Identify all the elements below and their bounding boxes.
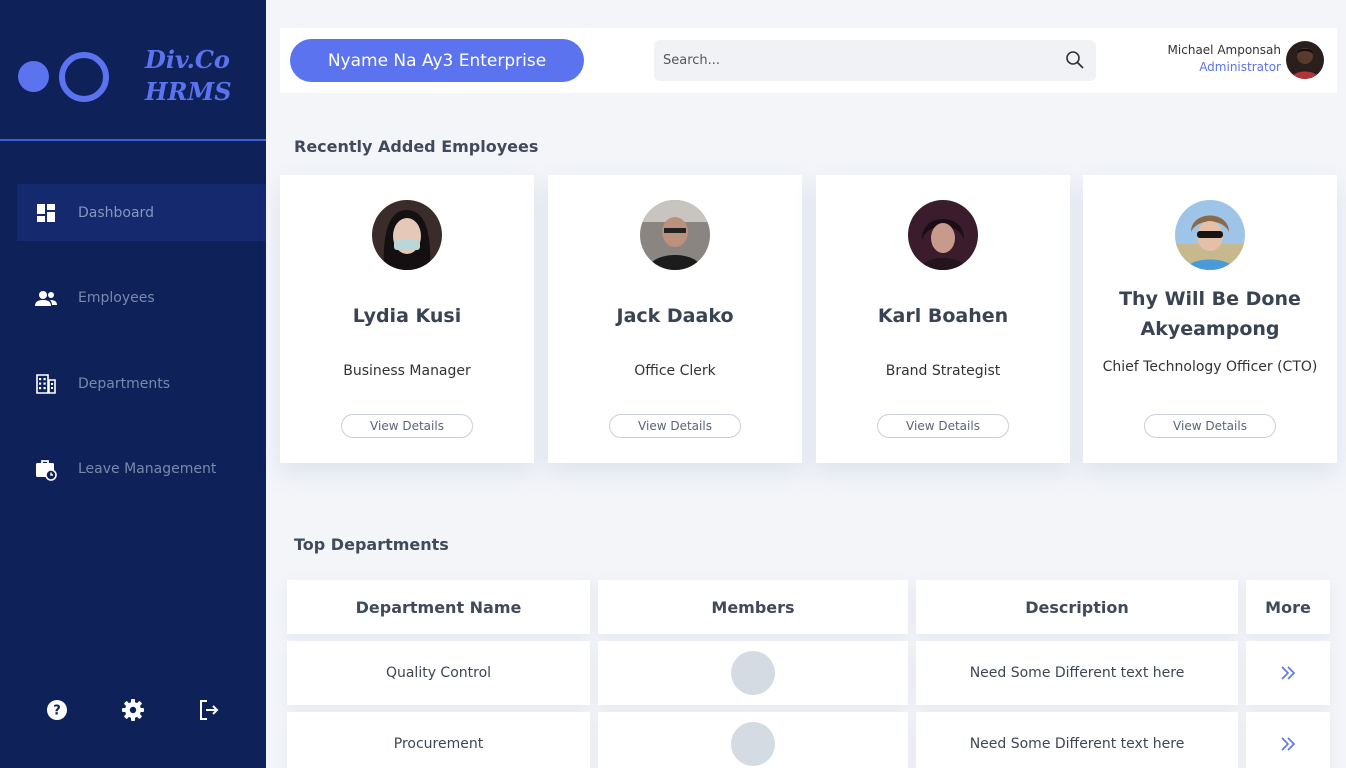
- company-button[interactable]: Nyame Na Ay3 Enterprise: [290, 39, 584, 82]
- employee-role: Office Clerk: [634, 363, 716, 379]
- sidebar-item-leave-management[interactable]: Leave Management: [17, 441, 266, 498]
- column-header-members: Members: [598, 580, 908, 634]
- employee-card: Thy Will Be Done Akyeampong Chief Techno…: [1083, 175, 1337, 463]
- employee-name: Lydia Kusi: [352, 305, 462, 327]
- description-cell: Need Some Different text here: [916, 641, 1238, 705]
- employee-name: Jack Daako: [616, 305, 734, 327]
- sidebar-nav: Dashboard Employees Departments Leave Ma…: [17, 184, 266, 526]
- employee-card: Jack Daako Office Clerk View Details: [548, 175, 802, 463]
- search-icon[interactable]: [1065, 50, 1085, 70]
- logout-icon[interactable]: [197, 698, 221, 722]
- dashboard-icon: [37, 204, 55, 222]
- view-details-button[interactable]: View Details: [877, 414, 1009, 438]
- department-name-cell: Quality Control: [287, 641, 590, 705]
- double-chevron-right-icon[interactable]: [1279, 664, 1297, 682]
- view-details-button[interactable]: View Details: [1144, 414, 1276, 438]
- employee-card: Karl Boahen Brand Strategist View Detail…: [816, 175, 1070, 463]
- sidebar: Div.Co HRMS Dashboard Employees Departme…: [0, 0, 266, 768]
- employee-photo: [640, 200, 710, 270]
- sidebar-item-dashboard[interactable]: Dashboard: [17, 184, 266, 241]
- employee-photo: [908, 200, 978, 270]
- employee-name: Thy Will Be Done Akyeampong: [1119, 288, 1301, 340]
- department-name-cell: Procurement: [287, 712, 590, 768]
- brand-line-1: Div.Co: [145, 45, 230, 74]
- user-avatar[interactable]: [1286, 41, 1324, 79]
- column-header-department-name: Department Name: [287, 580, 590, 634]
- view-details-button[interactable]: View Details: [609, 414, 741, 438]
- members-cell: [598, 712, 908, 768]
- double-chevron-right-icon[interactable]: [1279, 735, 1297, 753]
- more-cell[interactable]: [1246, 641, 1330, 705]
- logo-ring: [59, 52, 109, 102]
- view-details-button[interactable]: View Details: [341, 414, 473, 438]
- employee-role: Chief Technology Officer (CTO): [1102, 359, 1318, 375]
- logo-dot: [18, 61, 49, 92]
- top-header: Nyame Na Ay3 Enterprise Michael Amponsah…: [280, 28, 1337, 93]
- employee-card: Lydia Kusi Business Manager View Details: [280, 175, 534, 463]
- search-box: [654, 40, 1096, 81]
- sidebar-footer: ?: [0, 698, 266, 724]
- user-name: Michael Amponsah: [1167, 43, 1281, 57]
- employee-name: Karl Boahen: [877, 305, 1009, 327]
- member-avatar: [731, 651, 775, 695]
- sidebar-item-departments[interactable]: Departments: [17, 355, 266, 412]
- members-cell: [598, 641, 908, 705]
- briefcase-clock-icon: [36, 459, 57, 481]
- logo[interactable]: Div.Co HRMS: [0, 0, 266, 141]
- sidebar-item-label: Leave Management: [78, 461, 217, 477]
- help-icon[interactable]: ?: [45, 698, 69, 722]
- recent-employees-title: Recently Added Employees: [294, 137, 539, 156]
- employee-photo: [1175, 200, 1245, 270]
- svg-text:?: ?: [53, 704, 61, 719]
- user-role: Administrator: [1199, 60, 1281, 74]
- sidebar-item-label: Departments: [78, 375, 171, 392]
- brand-line-2: HRMS: [145, 77, 232, 106]
- sidebar-item-label: Employees: [78, 290, 155, 306]
- search-input[interactable]: [654, 40, 1054, 81]
- top-departments-title: Top Departments: [294, 535, 449, 554]
- users-icon: [35, 290, 57, 306]
- building-icon: [36, 374, 56, 394]
- more-cell[interactable]: [1246, 712, 1330, 768]
- employee-role: Business Manager: [343, 363, 471, 379]
- settings-icon[interactable]: [121, 698, 145, 722]
- column-header-more: More: [1246, 580, 1330, 634]
- employee-role: Brand Strategist: [885, 363, 1001, 379]
- logo-text: Div.Co HRMS: [145, 44, 232, 108]
- employee-photo: [372, 200, 442, 270]
- member-avatar: [731, 722, 775, 766]
- sidebar-item-employees[interactable]: Employees: [17, 270, 266, 327]
- sidebar-item-label: Dashboard: [78, 204, 154, 221]
- description-cell: Need Some Different text here: [916, 712, 1238, 768]
- column-header-description: Description: [916, 580, 1238, 634]
